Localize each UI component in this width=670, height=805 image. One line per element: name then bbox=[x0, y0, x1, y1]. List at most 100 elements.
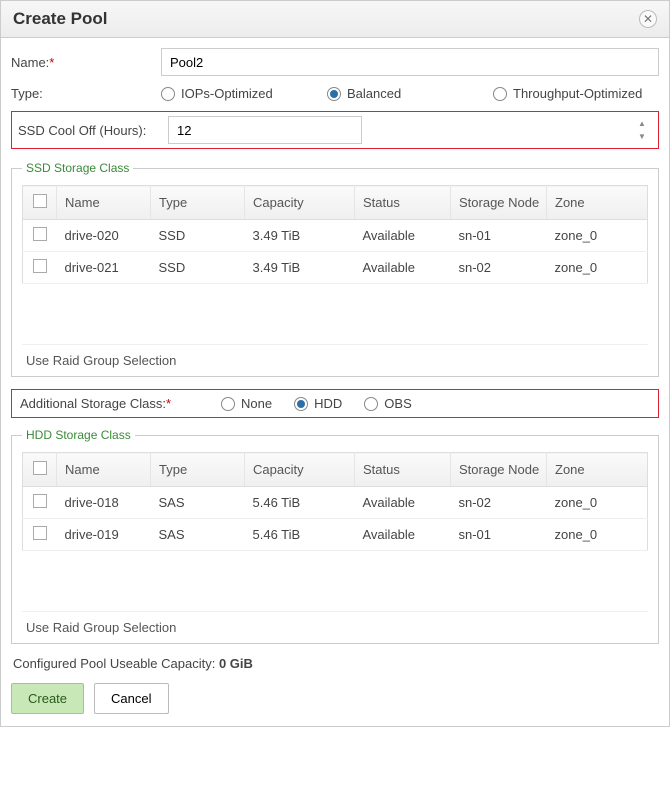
checkbox-icon[interactable] bbox=[33, 259, 47, 273]
create-button[interactable]: Create bbox=[11, 683, 84, 714]
asc-option-obs[interactable]: OBS bbox=[364, 396, 411, 411]
cell-zone: zone_0 bbox=[547, 220, 648, 252]
hdd-header-row: Name Type Capacity Status Storage Node Z… bbox=[23, 453, 648, 487]
type-row: Type: IOPs-Optimized Balanced Throughput… bbox=[11, 86, 659, 101]
cell-node: sn-01 bbox=[451, 220, 547, 252]
asc-option-label: HDD bbox=[314, 396, 342, 411]
cell-name: drive-019 bbox=[57, 519, 151, 551]
asc-option-none[interactable]: None bbox=[221, 396, 272, 411]
cell-node: sn-02 bbox=[451, 252, 547, 284]
cell-capacity: 5.46 TiB bbox=[245, 487, 355, 519]
cell-status: Available bbox=[355, 252, 451, 284]
hdd-col-name[interactable]: Name bbox=[57, 453, 151, 487]
ssd-col-type[interactable]: Type bbox=[151, 186, 245, 220]
checkbox-icon bbox=[33, 194, 47, 208]
hdd-storage-class-section: HDD Storage Class Name Type Capacity Sta… bbox=[11, 428, 659, 644]
spinner-up-icon[interactable]: ▲ bbox=[633, 117, 651, 130]
create-pool-dialog: Create Pool ✕ Name:* Type: IOPs-Optimize… bbox=[0, 0, 670, 727]
cell-capacity: 5.46 TiB bbox=[245, 519, 355, 551]
close-icon[interactable]: ✕ bbox=[639, 10, 657, 28]
spinner-down-icon[interactable]: ▼ bbox=[633, 130, 651, 143]
asc-label-text: Additional Storage Class: bbox=[20, 396, 166, 411]
checkbox-icon[interactable] bbox=[33, 526, 47, 540]
cell-type: SSD bbox=[151, 252, 245, 284]
ssd-cooloff-label: SSD Cool Off (Hours): bbox=[18, 123, 168, 138]
type-option-iops[interactable]: IOPs-Optimized bbox=[161, 86, 327, 101]
checkbox-icon bbox=[33, 461, 47, 475]
button-row: Create Cancel bbox=[11, 683, 659, 714]
radio-icon bbox=[364, 397, 378, 411]
type-option-label: IOPs-Optimized bbox=[181, 86, 273, 101]
required-asterisk: * bbox=[166, 396, 171, 411]
ssd-col-name[interactable]: Name bbox=[57, 186, 151, 220]
cancel-button[interactable]: Cancel bbox=[94, 683, 168, 714]
hdd-select-all[interactable] bbox=[23, 453, 57, 487]
name-label-text: Name: bbox=[11, 55, 49, 70]
cell-zone: zone_0 bbox=[547, 487, 648, 519]
required-asterisk: * bbox=[49, 55, 54, 70]
table-row[interactable]: drive-019 SAS 5.46 TiB Available sn-01 z… bbox=[23, 519, 648, 551]
name-label: Name:* bbox=[11, 55, 161, 70]
type-option-balanced[interactable]: Balanced bbox=[327, 86, 493, 101]
cell-zone: zone_0 bbox=[547, 252, 648, 284]
cell-type: SSD bbox=[151, 220, 245, 252]
type-label: Type: bbox=[11, 86, 161, 101]
ssd-table-area[interactable]: Name Type Capacity Status Storage Node Z… bbox=[22, 185, 648, 345]
cell-name: drive-021 bbox=[57, 252, 151, 284]
ssd-cooloff-spinner: ▲ ▼ bbox=[168, 116, 652, 144]
table-row[interactable]: drive-018 SAS 5.46 TiB Available sn-02 z… bbox=[23, 487, 648, 519]
radio-icon bbox=[493, 87, 507, 101]
radio-icon bbox=[221, 397, 235, 411]
ssd-col-zone[interactable]: Zone bbox=[547, 186, 648, 220]
cell-node: sn-02 bbox=[451, 487, 547, 519]
ssd-col-capacity[interactable]: Capacity bbox=[245, 186, 355, 220]
dialog-header: Create Pool ✕ bbox=[1, 1, 669, 38]
table-row[interactable]: drive-020 SSD 3.49 TiB Available sn-01 z… bbox=[23, 220, 648, 252]
ssd-raid-link[interactable]: Use Raid Group Selection bbox=[22, 345, 648, 368]
name-input[interactable] bbox=[161, 48, 659, 76]
checkbox-icon[interactable] bbox=[33, 227, 47, 241]
radio-icon bbox=[161, 87, 175, 101]
ssd-storage-class-section: SSD Storage Class Name Type Capacity Sta… bbox=[11, 161, 659, 377]
cell-zone: zone_0 bbox=[547, 519, 648, 551]
capacity-label: Configured Pool Useable Capacity: bbox=[13, 656, 215, 671]
cell-name: drive-018 bbox=[57, 487, 151, 519]
radio-icon bbox=[294, 397, 308, 411]
hdd-table-area[interactable]: Name Type Capacity Status Storage Node Z… bbox=[22, 452, 648, 612]
cell-status: Available bbox=[355, 519, 451, 551]
ssd-col-node[interactable]: Storage Node bbox=[451, 186, 547, 220]
hdd-col-capacity[interactable]: Capacity bbox=[245, 453, 355, 487]
additional-storage-class-label: Additional Storage Class:* bbox=[20, 396, 171, 411]
hdd-col-status[interactable]: Status bbox=[355, 453, 451, 487]
asc-option-label: OBS bbox=[384, 396, 411, 411]
ssd-select-all[interactable] bbox=[23, 186, 57, 220]
type-option-label: Throughput-Optimized bbox=[513, 86, 642, 101]
ssd-cooloff-input[interactable] bbox=[168, 116, 362, 144]
checkbox-icon[interactable] bbox=[33, 494, 47, 508]
hdd-col-type[interactable]: Type bbox=[151, 453, 245, 487]
type-option-label: Balanced bbox=[347, 86, 401, 101]
capacity-value: 0 GiB bbox=[219, 656, 253, 671]
radio-icon bbox=[327, 87, 341, 101]
cell-type: SAS bbox=[151, 487, 245, 519]
hdd-col-node[interactable]: Storage Node bbox=[451, 453, 547, 487]
cell-node: sn-01 bbox=[451, 519, 547, 551]
cell-capacity: 3.49 TiB bbox=[245, 220, 355, 252]
cell-name: drive-020 bbox=[57, 220, 151, 252]
cell-capacity: 3.49 TiB bbox=[245, 252, 355, 284]
ssd-legend: SSD Storage Class bbox=[22, 161, 133, 175]
cell-status: Available bbox=[355, 220, 451, 252]
cell-type: SAS bbox=[151, 519, 245, 551]
type-radio-group: IOPs-Optimized Balanced Throughput-Optim… bbox=[161, 86, 659, 101]
cell-status: Available bbox=[355, 487, 451, 519]
ssd-col-status[interactable]: Status bbox=[355, 186, 451, 220]
type-option-throughput[interactable]: Throughput-Optimized bbox=[493, 86, 659, 101]
hdd-raid-link[interactable]: Use Raid Group Selection bbox=[22, 612, 648, 635]
asc-option-hdd[interactable]: HDD bbox=[294, 396, 342, 411]
spinner-buttons: ▲ ▼ bbox=[633, 117, 651, 143]
hdd-col-zone[interactable]: Zone bbox=[547, 453, 648, 487]
table-row[interactable]: drive-021 SSD 3.49 TiB Available sn-02 z… bbox=[23, 252, 648, 284]
configured-capacity: Configured Pool Useable Capacity: 0 GiB bbox=[13, 656, 657, 671]
dialog-body: Name:* Type: IOPs-Optimized Balanced Thr… bbox=[1, 38, 669, 726]
hdd-table: Name Type Capacity Status Storage Node Z… bbox=[22, 452, 648, 551]
